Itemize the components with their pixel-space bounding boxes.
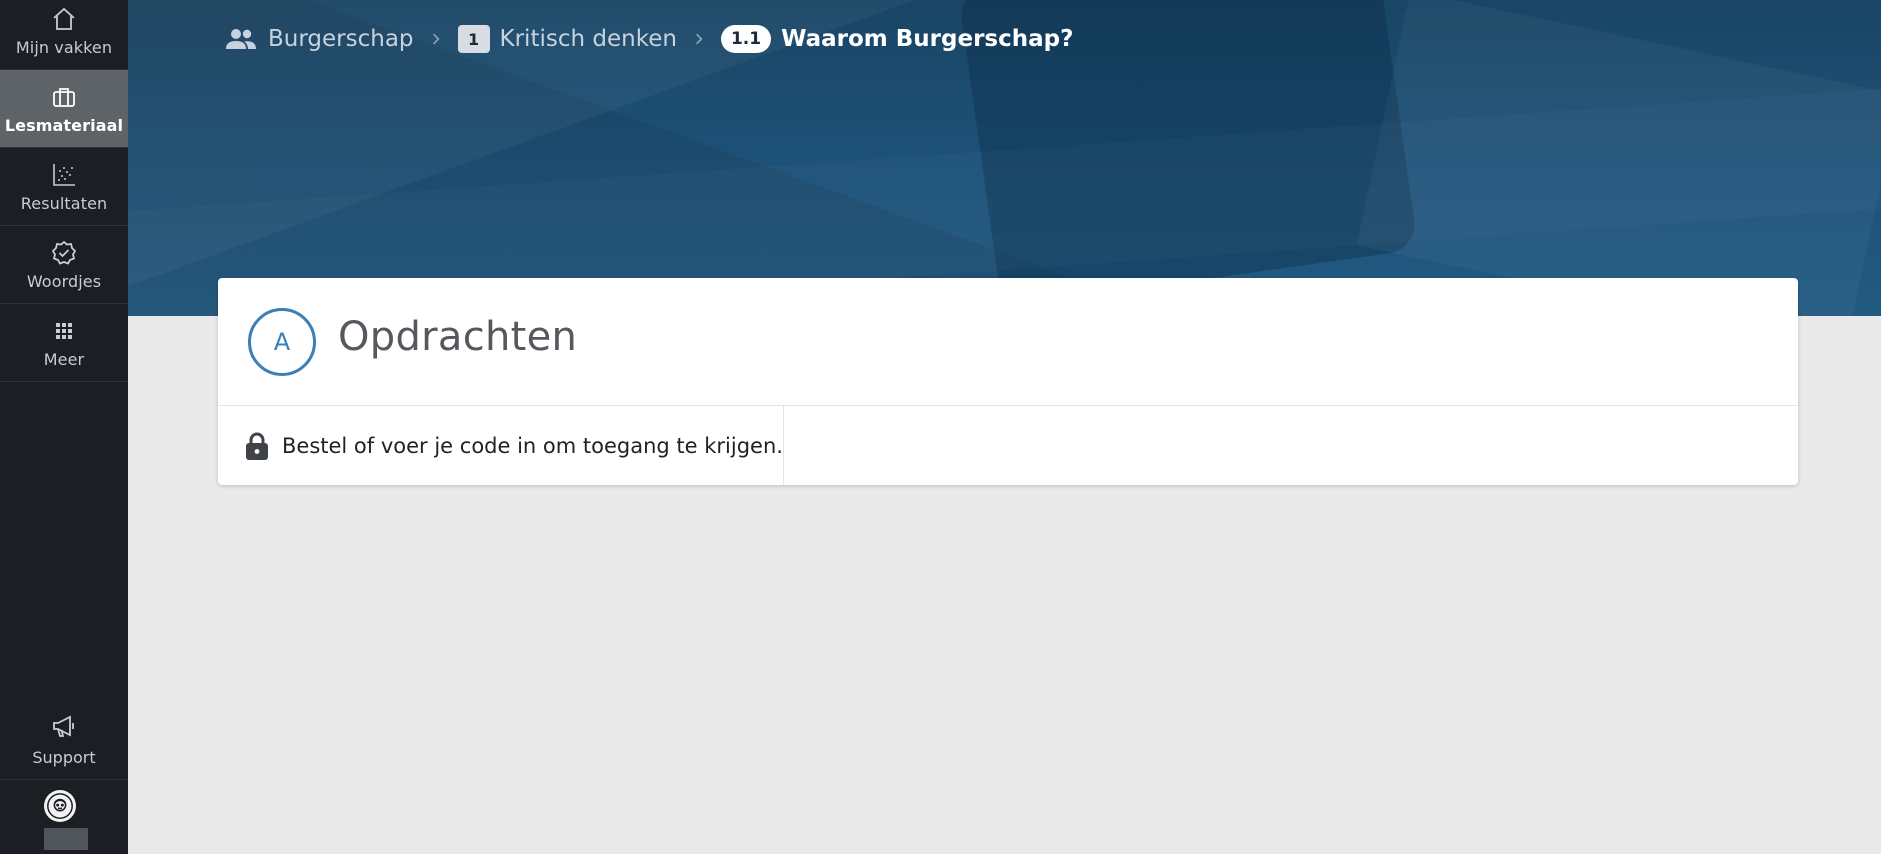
- sidebar-item-mijn-vakken[interactable]: Mijn vakken: [0, 0, 128, 70]
- sidebar-item-label: Meer: [43, 350, 85, 369]
- sidebar-item-woordjes[interactable]: Woordjes: [0, 226, 128, 304]
- breadcrumb-chapter[interactable]: 1 Kritisch denken: [457, 25, 677, 53]
- section-letter-badge: A: [248, 308, 316, 376]
- user-avatar-icon[interactable]: [44, 790, 76, 822]
- breadcrumb-course-label: Burgerschap: [268, 26, 414, 52]
- scatter-chart-icon: [49, 160, 79, 190]
- chapter-number-badge: 1: [457, 25, 490, 53]
- sidebar-item-resultaten[interactable]: Resultaten: [0, 148, 128, 226]
- card-title: Opdrachten: [338, 314, 578, 360]
- sidebar-item-label: Resultaten: [20, 194, 108, 213]
- megaphone-icon: [50, 712, 78, 744]
- lock-icon: [244, 430, 270, 462]
- home-icon: [49, 4, 79, 34]
- breadcrumb-section-label: Waarom Burgerschap?: [781, 26, 1074, 52]
- breadcrumb-section: 1.1 Waarom Burgerschap?: [720, 25, 1074, 53]
- chevron-right-icon: [426, 29, 446, 49]
- sidebar-item-label: Woordjes: [26, 272, 102, 291]
- chevron-right-icon: [689, 29, 709, 49]
- badge-check-icon: [49, 238, 79, 268]
- section-number-badge: 1.1: [720, 25, 772, 53]
- assignments-card: A Opdrachten Bestel of voer je code in o…: [218, 278, 1798, 485]
- people-icon: [224, 27, 258, 51]
- card-header: A Opdrachten: [218, 278, 1798, 406]
- access-code-prompt[interactable]: Bestel of voer je code in om toegang te …: [218, 406, 784, 485]
- sidebar-item-support[interactable]: Support: [0, 700, 128, 780]
- sidebar-item-label: Lesmateriaal: [4, 116, 124, 135]
- breadcrumb-chapter-label: Kritisch denken: [499, 26, 677, 52]
- breadcrumb-course[interactable]: Burgerschap: [224, 26, 414, 52]
- briefcase-icon: [49, 82, 79, 112]
- sidebar-item-lesmateriaal[interactable]: Lesmateriaal: [0, 70, 128, 148]
- avatar-status-badge: [44, 828, 88, 850]
- sidebar-item-meer[interactable]: Meer: [0, 304, 128, 382]
- breadcrumb: Burgerschap 1 Kritisch denken 1.1 Waarom…: [224, 22, 1073, 56]
- sidebar-item-label: Mijn vakken: [15, 38, 113, 57]
- access-message: Bestel of voer je code in om toegang te …: [282, 433, 783, 458]
- sidebar-item-label: Support: [32, 748, 96, 767]
- sidebar: Mijn vakken Lesmateriaal Resultaten Woor…: [0, 0, 128, 854]
- grid-icon: [49, 316, 79, 346]
